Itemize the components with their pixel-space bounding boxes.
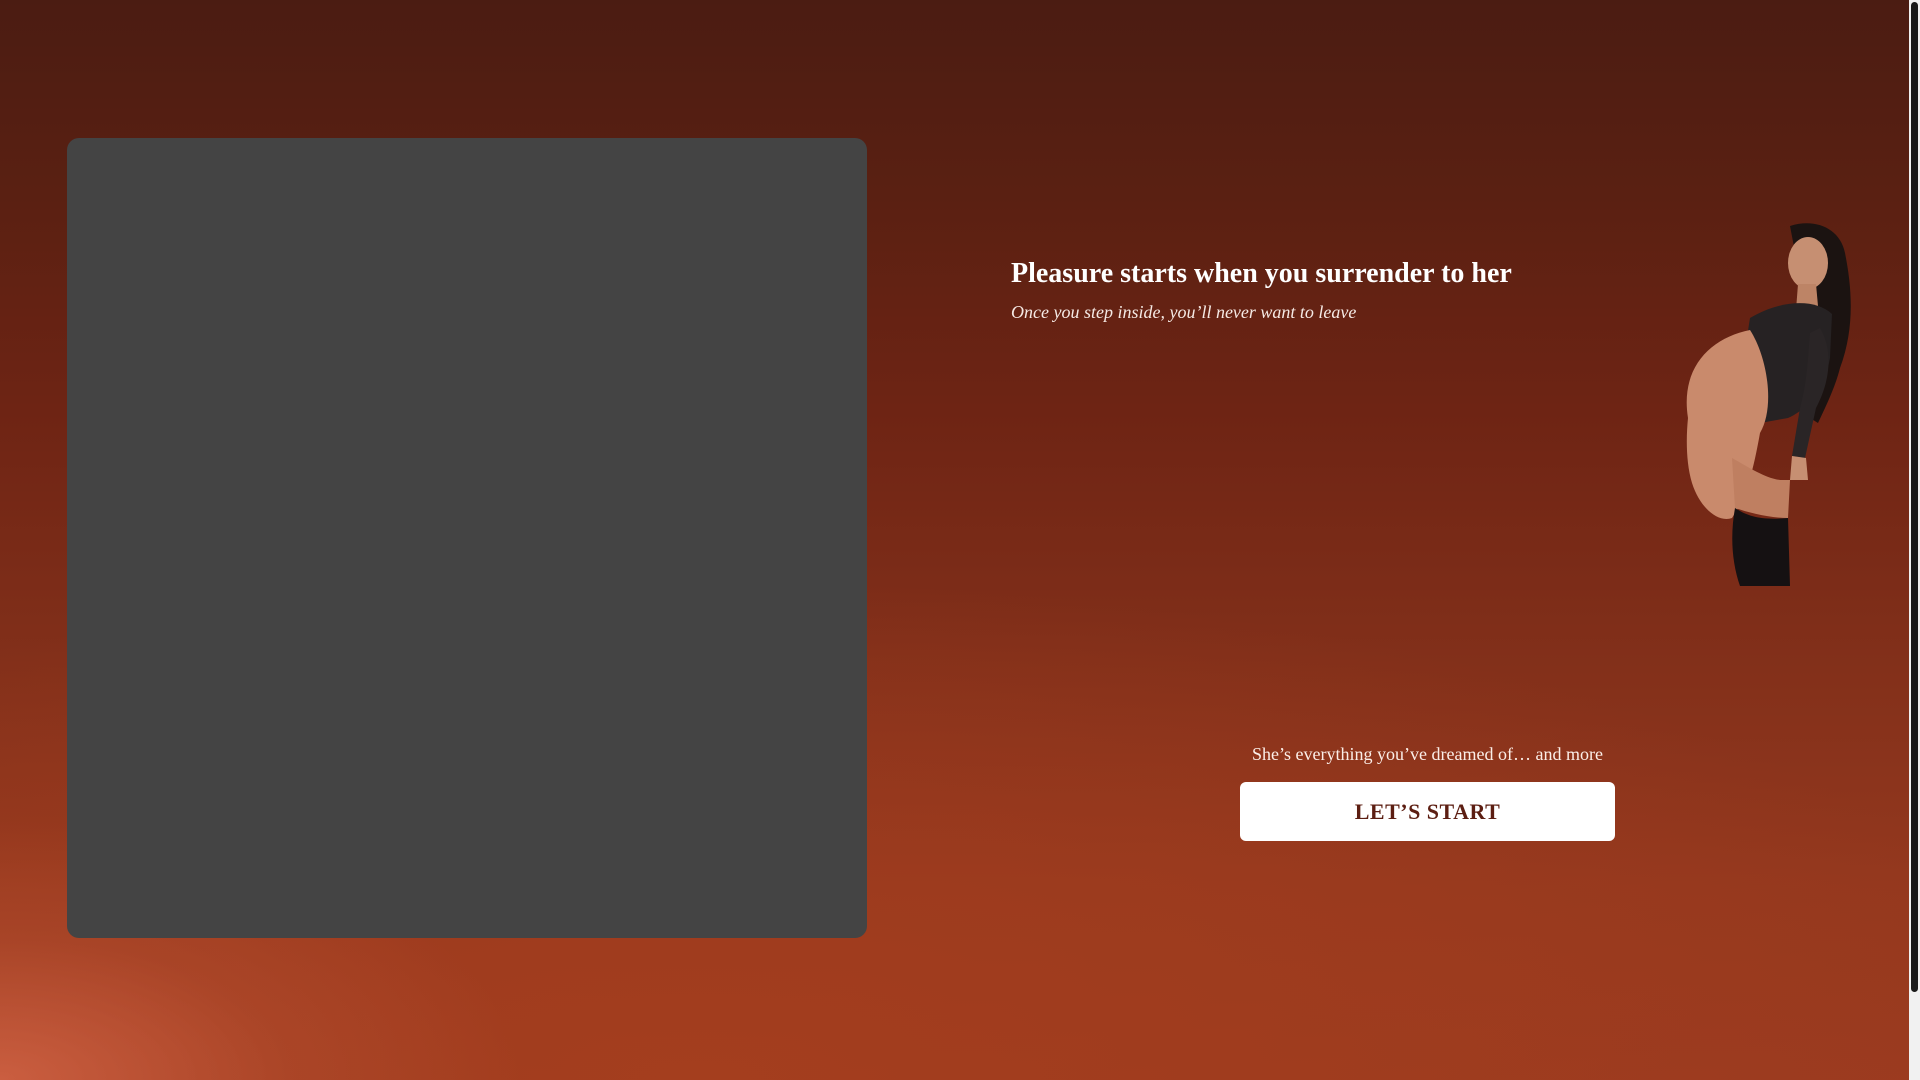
media-placeholder-panel	[67, 138, 867, 938]
landing-page: Pleasure starts when you surrender to he…	[0, 0, 1909, 1080]
scrollbar-thumb[interactable]	[1911, 2, 1918, 992]
hero-headline: Pleasure starts when you surrender to he…	[1011, 258, 1512, 289]
hero-subheadline: Once you step inside, you’ll never want …	[1011, 302, 1357, 322]
cta-tagline: She’s everything you’ve dreamed of… and …	[1252, 744, 1603, 764]
cta-section: She’s everything you’ve dreamed of… and …	[1240, 744, 1615, 841]
model-figure-image	[1640, 218, 1870, 586]
hero-text-block: Pleasure starts when you surrender to he…	[1011, 252, 1512, 324]
vertical-scrollbar[interactable]	[1909, 0, 1920, 1080]
lets-start-button[interactable]: LET’S START	[1240, 782, 1615, 841]
